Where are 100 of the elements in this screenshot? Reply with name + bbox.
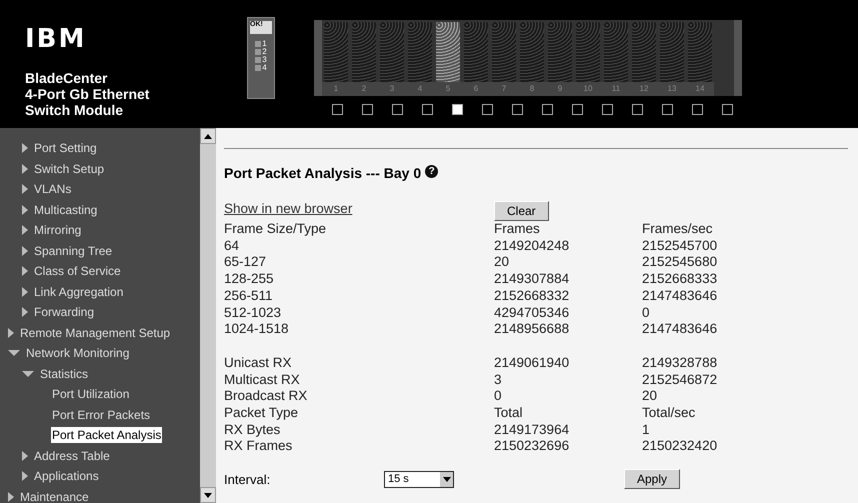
bay-number: 9	[546, 82, 574, 96]
table-cell-text: 3	[494, 372, 503, 388]
collapsed-triangle-icon[interactable]	[22, 450, 28, 461]
port-number: 4	[262, 64, 267, 72]
table-cell-text: 0	[642, 304, 651, 322]
table-cell-text: 4294705346	[494, 304, 570, 322]
product-title: BladeCenter	[25, 70, 108, 86]
scrollbar[interactable]	[200, 128, 216, 503]
bay-indicator[interactable]	[392, 104, 402, 115]
nav-item[interactable]: Forwarding	[33, 304, 96, 320]
table-cell-text: 2149173964	[494, 422, 570, 438]
collapsed-triangle-icon[interactable]	[22, 184, 28, 194]
table-cell-text: Multicast RX	[224, 372, 301, 388]
bay-number: 13	[658, 82, 686, 96]
table-cell-text: 256-511	[224, 288, 274, 305]
bay-number: 2	[350, 82, 378, 96]
bay-indicator[interactable]	[602, 104, 612, 115]
collapsed-triangle-icon[interactable]	[22, 204, 28, 215]
nav-item[interactable]: Mirroring	[33, 222, 82, 238]
table-cell-text: 2152545700	[642, 238, 718, 254]
bay-indicator[interactable]	[452, 104, 462, 115]
table-cell-text: RX Frames	[224, 438, 294, 456]
table-cell-text: 2152546872	[642, 372, 718, 388]
table-cell-text: 64	[224, 238, 240, 254]
table-cell-text: 0	[494, 388, 503, 406]
table-cell-text: Unicast RX	[224, 354, 293, 372]
bay-number: 11	[602, 82, 630, 96]
blade-bay[interactable]	[436, 22, 460, 82]
column-header: Total	[494, 405, 524, 422]
nav-item[interactable]: Link Aggregation	[33, 284, 124, 300]
nav-item[interactable]: Class of Service	[33, 263, 122, 280]
column-header: Frame Size/Type	[224, 221, 328, 238]
bay-indicator[interactable]	[722, 104, 732, 115]
collapsed-triangle-icon[interactable]	[22, 246, 28, 256]
scroll-up-button[interactable]	[200, 128, 216, 144]
bay-indicator[interactable]	[512, 104, 522, 115]
table-cell-text: 128-255	[224, 271, 275, 288]
scroll-down-button[interactable]	[200, 487, 216, 503]
bay-number: 8	[518, 82, 546, 96]
nav-item[interactable]: Port Setting	[33, 140, 98, 156]
bay-indicator[interactable]	[542, 104, 552, 115]
expanded-triangle-icon[interactable]	[8, 350, 20, 356]
table-cell-text: 2149061940	[494, 354, 570, 372]
nav-item[interactable]: Address Table	[33, 448, 111, 464]
bay-indicator[interactable]	[422, 104, 432, 115]
table-cell-text: 2152668333	[642, 271, 718, 288]
bay-indicator[interactable]	[632, 104, 642, 115]
table-cell-text: Broadcast RX	[224, 388, 308, 406]
interval-dropdown[interactable]: 15 s	[384, 470, 454, 488]
bay-indicator[interactable]	[662, 104, 672, 115]
collapsed-triangle-icon[interactable]	[8, 328, 14, 338]
table-cell-text: 1024-1518	[224, 321, 290, 338]
column-header: Frames	[494, 221, 541, 238]
bay-indicator[interactable]	[332, 104, 342, 115]
nav-item[interactable]: Remote Management Setup	[19, 324, 172, 341]
nav-item[interactable]: Statistics	[39, 366, 90, 382]
apply-button[interactable]: Apply	[624, 469, 680, 490]
table-cell-text: 2149204248	[494, 238, 570, 254]
collapsed-triangle-icon[interactable]	[22, 307, 28, 318]
nav-item[interactable]: Port Error Packets	[51, 406, 152, 423]
bay-indicator[interactable]	[692, 104, 702, 115]
nav-item[interactable]: Multicasting	[33, 202, 98, 218]
product-title: 4-Port Gb Ethernet	[25, 86, 150, 102]
collapsed-triangle-icon[interactable]	[22, 471, 28, 482]
bay-number: 4	[406, 82, 434, 96]
table-cell-text: 2149307884	[494, 271, 570, 288]
bay-number: 1	[322, 82, 350, 96]
table-cell-text: 20	[642, 388, 658, 406]
bay-indicator[interactable]	[362, 104, 372, 115]
table-cell-text: 65-127	[224, 254, 268, 272]
port-number: 3	[262, 56, 267, 64]
help-icon[interactable]: ?	[425, 165, 438, 178]
nav-item[interactable]: Network Monitoring	[25, 345, 130, 362]
collapsed-triangle-icon[interactable]	[22, 225, 28, 236]
nav-item[interactable]: Port Packet Analysis	[51, 427, 162, 444]
nav-item[interactable]: Spanning Tree	[33, 242, 114, 259]
new-browser-link[interactable]: Show in new browser	[224, 201, 494, 221]
collapsed-triangle-icon[interactable]	[22, 164, 28, 174]
column-header: Packet Type	[224, 405, 300, 422]
collapsed-triangle-icon[interactable]	[22, 266, 28, 276]
bay-indicator[interactable]	[482, 104, 492, 115]
nav-item[interactable]: Port Utilization	[51, 386, 130, 402]
table-cell-text: 2150232420	[642, 438, 718, 456]
column-header: Frames/sec	[642, 221, 714, 238]
page-title: Port Packet Analysis --- Bay 0	[224, 165, 422, 181]
expanded-triangle-icon[interactable]	[22, 370, 34, 377]
table-cell-text: 2150232696	[494, 438, 570, 456]
bay-indicator[interactable]	[572, 104, 582, 115]
nav-item[interactable]: Applications	[33, 468, 100, 484]
collapsed-triangle-icon[interactable]	[22, 143, 28, 154]
table-cell-text: 2148956688	[494, 321, 570, 338]
bay-number: 12	[630, 82, 658, 96]
collapsed-triangle-icon[interactable]	[22, 286, 28, 297]
collapsed-triangle-icon[interactable]	[8, 492, 14, 502]
nav-item[interactable]: Maintenance	[19, 488, 90, 503]
table-cell-text: 1	[642, 422, 651, 438]
clear-button[interactable]: Clear	[494, 201, 549, 221]
nav-item[interactable]: VLANs	[33, 181, 72, 198]
nav-item[interactable]: Switch Setup	[33, 160, 106, 177]
bay-number: 10	[574, 82, 602, 96]
